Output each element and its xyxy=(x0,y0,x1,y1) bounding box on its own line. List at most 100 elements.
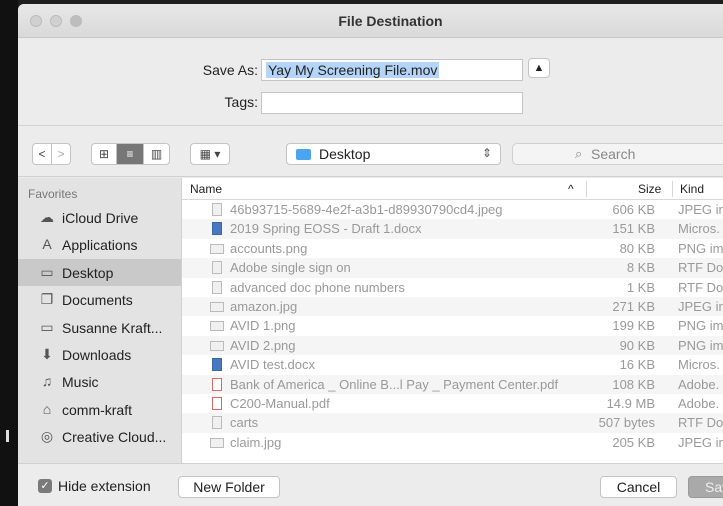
music-icon: ♫ xyxy=(41,373,53,390)
group-icon: ▦ ▾ xyxy=(199,147,221,161)
file-row[interactable]: AVID 1.png 199 KB PNG im xyxy=(182,316,723,335)
file-size: 199 KB xyxy=(612,318,655,334)
file-row[interactable]: amazon.jpg 271 KB JPEG in xyxy=(182,296,723,317)
save-dialog: File Destination Save As: Yay My Screeni… xyxy=(18,4,723,506)
file-size: 8 KB xyxy=(626,260,655,276)
file-row[interactable]: advanced doc phone numbers 1 KB RTF Do xyxy=(182,278,723,297)
file-size: 108 KB xyxy=(612,376,655,392)
file-row[interactable]: carts 507 bytes RTF Do xyxy=(182,413,723,433)
filename-field[interactable]: Yay My Screening File.mov xyxy=(261,59,523,81)
file-row[interactable]: Bank of America _ Online B...l Pay _ Pay… xyxy=(182,374,723,394)
file-icon xyxy=(212,222,222,236)
file-row[interactable]: claim.jpg 205 KB JPEG in xyxy=(182,433,723,452)
documents-icon: ❐ xyxy=(40,291,54,308)
sidebar-item-downloads[interactable]: ⬇ Downloads xyxy=(18,341,181,368)
icon-view-button[interactable]: ⊞ xyxy=(91,143,117,165)
forward-button[interactable]: > xyxy=(51,143,71,165)
background-edge-mark xyxy=(6,430,9,442)
file-row[interactable]: AVID 2.png 90 KB PNG im xyxy=(182,335,723,356)
sidebar-item-label: comm-kraft xyxy=(62,401,132,418)
footer: ✓ Hide extension New Folder Cancel Sav xyxy=(18,463,723,506)
file-list: Name ^ Size Kind 46b93715-5689-4e2f-a3b1… xyxy=(182,178,723,463)
file-name: AVID 1.png xyxy=(230,318,296,334)
chevron-right-icon: > xyxy=(57,147,65,161)
sidebar-item-label: Applications xyxy=(62,237,138,254)
sidebar-item-documents[interactable]: ❐ Documents xyxy=(18,286,181,313)
sidebar-item-creative-cloud[interactable]: ◎ Creative Cloud... xyxy=(18,423,181,450)
location-popup[interactable]: Desktop ⇕ xyxy=(286,143,501,165)
window-title: File Destination xyxy=(338,13,443,29)
file-row[interactable]: 46b93715-5689-4e2f-a3b1-d89930790cd4.jpe… xyxy=(182,200,723,219)
sidebar-item-comm-kraft[interactable]: ⌂ comm-kraft xyxy=(18,396,181,423)
column-kind[interactable]: Kind xyxy=(680,182,704,196)
file-name: Adobe single sign on xyxy=(230,260,351,276)
back-button[interactable]: < xyxy=(32,143,52,165)
sidebar-item-icloud-drive[interactable]: ☁ iCloud Drive xyxy=(18,204,181,231)
file-name: 46b93715-5689-4e2f-a3b1-d89930790cd4.jpe… xyxy=(230,202,503,217)
cancel-button[interactable]: Cancel xyxy=(600,476,677,498)
file-row[interactable]: AVID test.docx 16 KB Micros. xyxy=(182,355,723,374)
file-icon xyxy=(212,261,222,275)
file-name: claim.jpg xyxy=(230,434,282,450)
hide-extension-checkbox[interactable]: ✓ xyxy=(38,479,52,493)
file-kind: JPEG in xyxy=(678,298,723,314)
cloud-icon: ☁ xyxy=(40,209,54,225)
sidebar-item-label: Music xyxy=(62,374,99,391)
file-size: 151 KB xyxy=(612,221,655,237)
updown-chevron-icon: ⇕ xyxy=(481,146,492,160)
columns-icon: ▥ xyxy=(150,147,163,161)
file-name: amazon.jpg xyxy=(230,298,298,314)
file-icon xyxy=(210,243,224,254)
folder-icon xyxy=(296,149,311,160)
file-row[interactable]: accounts.png 80 KB PNG im xyxy=(182,239,723,258)
sidebar: Favorites ☁ iCloud Drive A Applications ▭ Des… xyxy=(18,178,182,463)
file-icon xyxy=(212,358,222,372)
column-view-button[interactable]: ▥ xyxy=(143,143,170,165)
expand-dialog-button[interactable]: ▲ xyxy=(528,58,550,78)
sidebar-item-susanne-kraft[interactable]: ▭ Susanne Kraft... xyxy=(18,314,181,341)
desktop-icon: ▭ xyxy=(40,263,54,280)
file-name: Bank of America _ Online B...l Pay _ Pay… xyxy=(230,376,559,392)
hide-extension-label[interactable]: Hide extension xyxy=(58,478,151,494)
file-name: accounts.png xyxy=(230,240,308,256)
list-icon: ≡ xyxy=(126,147,134,161)
sidebar-item-applications[interactable]: A Applications xyxy=(18,231,181,258)
file-row[interactable]: 2019 Spring EOSS - Draft 1.docx 151 KB Mic… xyxy=(182,219,723,239)
house-icon: ⌂ xyxy=(42,400,52,417)
sidebar-heading: Favorites xyxy=(28,187,78,201)
file-icon xyxy=(212,377,222,391)
column-name[interactable]: Name xyxy=(190,182,222,196)
list-view-button[interactable]: ≡ xyxy=(116,143,144,165)
tags-field[interactable] xyxy=(261,92,523,114)
save-button[interactable]: Sav xyxy=(688,476,723,498)
new-folder-button[interactable]: New Folder xyxy=(178,476,280,498)
file-name: AVID test.docx xyxy=(230,357,316,373)
sort-indicator-icon: ^ xyxy=(568,182,574,196)
search-icon: ⌕ xyxy=(575,146,583,161)
sidebar-item-music[interactable]: ♫ Music xyxy=(18,368,181,395)
file-name: 2019 Spring EOSS - Draft 1.docx xyxy=(230,221,422,237)
column-header: Name ^ Size Kind xyxy=(182,178,723,200)
file-icon xyxy=(212,280,222,294)
sidebar-item-label: Downloads xyxy=(62,346,132,363)
creative-cloud-icon: ◎ xyxy=(40,428,54,445)
sidebar-item-label: Creative Cloud... xyxy=(62,429,167,446)
column-size[interactable]: Size xyxy=(638,182,661,196)
group-menu-button[interactable]: ▦ ▾ xyxy=(190,143,230,165)
file-icon xyxy=(210,437,224,448)
file-size: 606 KB xyxy=(612,202,655,217)
file-row[interactable]: C200-Manual.pdf 14.9 MB Adobe. xyxy=(182,394,723,413)
file-size: 271 KB xyxy=(612,298,655,314)
background-desktop xyxy=(0,0,18,506)
file-icon xyxy=(210,321,224,332)
search-field[interactable]: ⌕ Search xyxy=(512,143,723,165)
sidebar-item-desktop[interactable]: ▭ Desktop xyxy=(18,258,181,287)
toolbar: < > ⊞ ≡ ▥ ▦ ▾ Desktop ⇕ ⌕ Search xyxy=(18,127,723,177)
search-placeholder: Search xyxy=(591,146,636,162)
file-size: 90 KB xyxy=(619,337,655,353)
column-divider xyxy=(672,181,673,197)
file-size: 14.9 MB xyxy=(606,395,655,411)
file-row[interactable]: Adobe single sign on 8 KB RTF Do xyxy=(182,258,723,278)
sidebar-item-label: Documents xyxy=(62,292,133,309)
file-icon xyxy=(210,340,224,351)
